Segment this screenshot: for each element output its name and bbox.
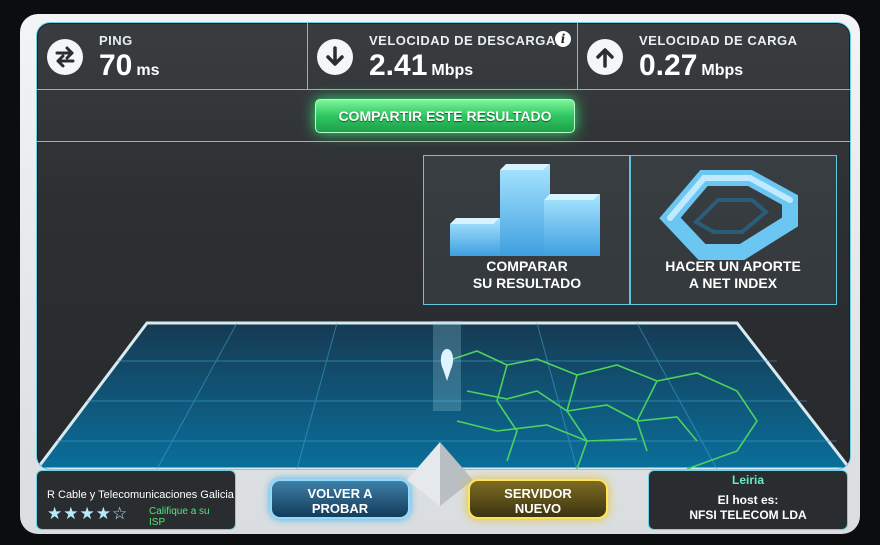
download-stat: VELOCIDAD DE DESCARGA 2.41 Mbps i [307, 23, 577, 89]
test-again-button[interactable]: VOLVER A PROBAR [270, 479, 410, 519]
rate-isp-line-2: ISP [149, 517, 166, 528]
host-city: Leiria [731, 473, 764, 487]
arrow-down-icon [317, 39, 353, 75]
server-pyramid-icon [407, 442, 473, 506]
info-icon[interactable]: i [555, 31, 571, 47]
test-again-line-2: PROBAR [311, 501, 369, 516]
download-unit: Mbps [431, 62, 474, 79]
upload-stat: VELOCIDAD DE CARGA 0.27 Mbps [577, 23, 850, 89]
upload-unit: Mbps [701, 62, 744, 79]
ping-stat: PING 70 ms [37, 23, 307, 89]
ping-label: PING [99, 33, 133, 48]
new-server-line-2: NUEVO [514, 501, 562, 516]
compare-result-caption: COMPARAR SU RESULTADO [424, 258, 630, 292]
new-server-button[interactable]: SERVIDOR NUEVO [468, 479, 608, 519]
compare-result-panel[interactable]: COMPARAR SU RESULTADO [423, 155, 631, 305]
swap-arrows-icon [47, 39, 83, 75]
rate-isp-line-1: Califique a su [149, 506, 210, 517]
ping-value: 70 ms [99, 49, 160, 83]
test-again-line-1: VOLVER A [307, 486, 373, 501]
divider [37, 89, 850, 90]
net-index-line-2: A NET INDEX [688, 275, 778, 291]
upload-label: VELOCIDAD DE CARGA [639, 33, 798, 48]
divider [37, 141, 850, 142]
rate-isp-link[interactable]: Califique a su ISP [149, 506, 210, 528]
ping-unit: ms [136, 62, 160, 79]
upload-value: 0.27 Mbps [639, 49, 743, 83]
share-result-button[interactable]: COMPARTIR ESTE RESULTADO [315, 99, 575, 133]
isp-rating-stars[interactable]: ★★★★☆ [47, 504, 128, 524]
download-value: 2.41 Mbps [369, 49, 473, 83]
isp-name: R Cable y Telecomunicaciones Galicia [47, 489, 234, 501]
net-index-panel[interactable]: HACER UN APORTE A NET INDEX [629, 155, 837, 305]
host-label: El host es: [717, 493, 779, 507]
results-panel: PING 70 ms VELOCIDAD DE DESCARGA 2.41 Mbps… [36, 22, 851, 470]
arrow-up-icon [587, 39, 623, 75]
compare-line-1: COMPARAR [486, 258, 568, 274]
net-index-line-1: HACER UN APORTE [665, 258, 801, 274]
bar-chart-icon [450, 164, 600, 256]
isp-rating-panel: R Cable y Telecomunicaciones Galicia ★★★… [36, 470, 236, 530]
net-index-caption: HACER UN APORTE A NET INDEX [630, 258, 836, 292]
ping-number: 70 [99, 49, 133, 82]
net-index-icon [659, 170, 798, 260]
download-label: VELOCIDAD DE DESCARGA [369, 33, 556, 48]
upload-number: 0.27 [639, 49, 698, 82]
host-info-panel: Leiria El host es: NFSI TELECOM LDA [648, 470, 848, 530]
compare-line-2: SU RESULTADO [472, 275, 582, 291]
download-number: 2.41 [369, 49, 428, 82]
new-server-line-1: SERVIDOR [504, 486, 572, 501]
host-name: NFSI TELECOM LDA [689, 508, 807, 522]
